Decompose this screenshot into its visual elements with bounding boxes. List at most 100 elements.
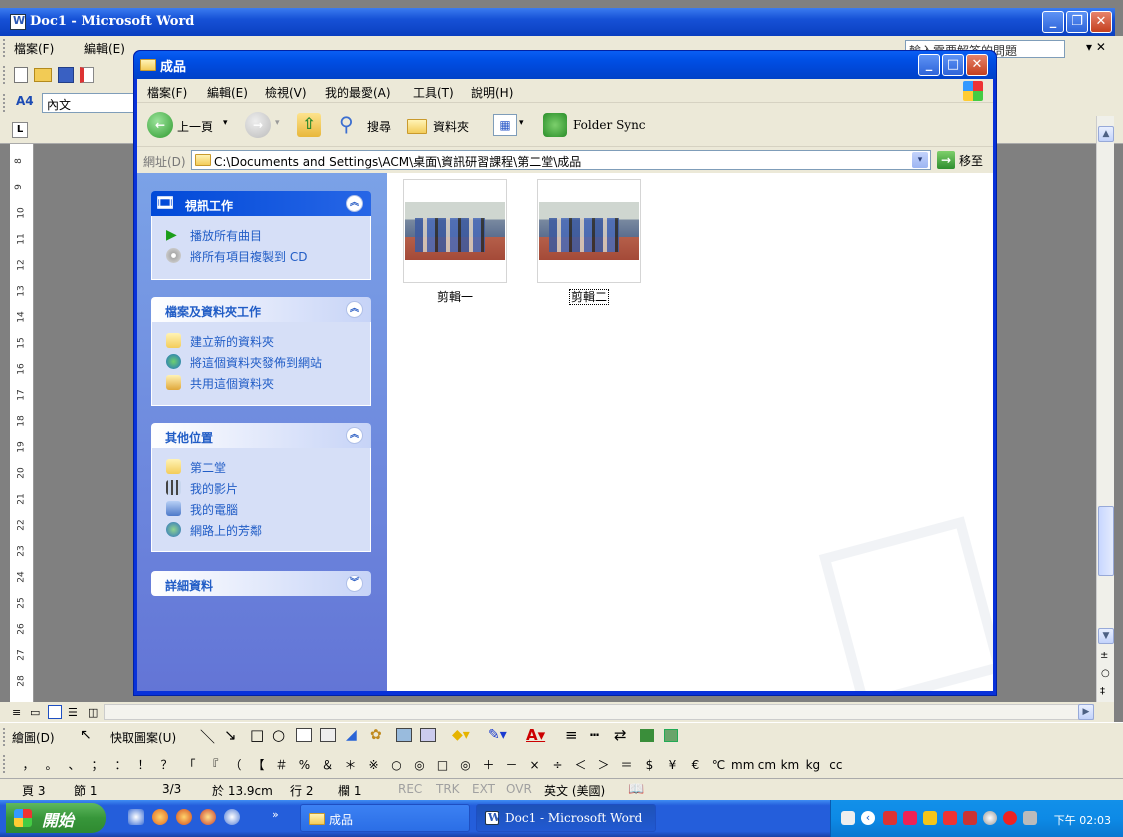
explorer-maximize-button[interactable]: □ [942,54,964,76]
status-rec[interactable]: REC [398,782,422,796]
folder-sync-icon[interactable] [543,113,567,137]
file-thumbnail[interactable] [537,179,641,283]
autoshapes-menu-button[interactable]: 快取圖案(U) [110,729,176,746]
spelling-status-icon[interactable]: 📖 [628,782,644,797]
place-my-computer[interactable]: 我的電腦 [164,498,370,519]
collapse-chevron-icon[interactable]: ︽ [346,195,363,212]
back-button[interactable]: 上一頁 [177,118,213,135]
file-folder-tasks-header[interactable]: 檔案及資料夾工作 ︽ [151,297,371,322]
normal-view-icon[interactable]: ≡ [12,706,21,719]
new-document-icon[interactable] [14,67,28,83]
style-select[interactable]: 內文 [42,93,134,113]
status-trk[interactable]: TRK [436,782,460,796]
symbol-button[interactable]: × [524,758,545,772]
back-dropdown-icon[interactable]: ▾ [223,118,228,128]
arrow-style-icon[interactable]: ⇄ [614,726,627,744]
symbol-button[interactable]: 【 [248,756,269,773]
symbol-button[interactable]: ； [87,756,108,773]
symbol-button[interactable]: ＊ [340,756,361,773]
oval-icon[interactable]: ○ [272,726,285,744]
show-desktop-icon[interactable] [128,809,144,825]
task-copy-to-cd[interactable]: 將所有項目複製到 CD [164,245,370,266]
status-ovr[interactable]: OVR [506,782,532,796]
task-play-all[interactable]: ▶ 播放所有曲目 [164,224,370,245]
clock[interactable]: 下午 02:03 [1054,812,1111,828]
symbol-button[interactable]: ◎ [409,758,430,772]
tray-collapse-icon[interactable]: ‹ [861,811,875,825]
address-input[interactable]: C:\Documents and Settings\ACM\桌面\資訊研習課程\… [191,150,931,170]
wordart-icon[interactable]: ◢ [346,727,357,743]
symbol-button[interactable]: ？ [156,756,177,773]
symbol-button[interactable]: ＜ [570,756,591,773]
taskbar-explorer-button[interactable]: 成品 [300,804,470,832]
taskbar-word-button[interactable]: Doc1 - Microsoft Word [476,804,656,832]
firefox-icon[interactable] [152,809,168,825]
arrow-icon[interactable]: ↘ [224,726,237,744]
tray-icon-3[interactable] [943,811,957,825]
print-view-icon[interactable] [48,705,62,719]
line-color-icon[interactable]: ✎▾ [488,727,507,743]
folder-sync-button[interactable]: Folder Sync [573,118,646,132]
collapse-chevron-icon[interactable]: ︽ [346,427,363,444]
back-arrow-icon[interactable]: ← [147,112,173,138]
details-header[interactable]: 詳細資料 ︾ [151,571,371,596]
permission-icon[interactable] [80,67,94,83]
symbol-button[interactable]: 、 [64,756,85,773]
previous-page-icon[interactable]: ± [1100,650,1108,661]
menu-edit[interactable]: 編輯(E) [207,84,248,101]
symbol-button[interactable]: ＆ [317,756,338,773]
symbol-button[interactable]: cm [756,758,777,772]
symbol-button[interactable]: ＞ [593,756,614,773]
open-folder-icon[interactable] [34,68,52,82]
tray-icon-6[interactable] [1003,811,1017,825]
next-page-icon[interactable]: ‡ [1100,686,1105,697]
file-name[interactable]: 剪輯一 [403,288,507,305]
tray-icon-1[interactable] [883,811,897,825]
symbol-button[interactable]: kg [802,758,823,772]
symbol-button[interactable]: ℃ [708,758,729,772]
save-icon[interactable] [58,67,74,83]
search-icon[interactable]: ⚲ [339,112,354,136]
tray-icon-4[interactable] [963,811,977,825]
word-restore-button[interactable]: ❐ [1066,11,1088,33]
word-menu-file[interactable]: 檔案(F) [14,40,54,57]
symbol-button[interactable]: ÷ [547,758,568,772]
line-style-icon[interactable]: ≡ [565,726,578,744]
dash-style-icon[interactable]: ┅ [590,726,599,744]
outline-view-icon[interactable]: ☰ [68,706,78,719]
word-menu-edit[interactable]: 編輯(E) [84,40,125,57]
word-minimize-button[interactable]: _ [1042,11,1064,33]
fill-color-icon[interactable]: ◆▾ [452,727,470,743]
browse-object-icon[interactable]: ○ [1101,668,1110,679]
task-publish-web[interactable]: 將這個資料夾發佈到網站 [164,351,370,372]
task-share-folder[interactable]: 共用這個資料夾 [164,372,370,393]
diagram-icon[interactable]: ✿ [370,727,382,743]
address-dropdown-icon[interactable]: ▾ [912,152,928,168]
forward-arrow-icon[interactable]: → [245,112,271,138]
tray-icon-5[interactable] [983,811,997,825]
start-button[interactable]: 開始 [6,803,106,833]
expand-chevron-icon[interactable]: ︾ [346,575,363,592]
textbox-icon[interactable] [296,728,312,742]
forward-dropdown-icon[interactable]: ▾ [275,118,280,128]
views-dropdown-icon[interactable]: ▾ [519,118,524,128]
symbol-button[interactable]: ¥ [662,758,683,772]
symbol-button[interactable]: 「 [179,756,200,773]
styles-pane-icon[interactable]: A4 [16,94,34,108]
symbol-button[interactable]: mm [731,758,754,772]
symbol-button[interactable]: ※ [363,758,384,772]
shadow-style-icon[interactable] [640,729,654,742]
symbol-button[interactable]: 『 [202,756,223,773]
messenger-icon[interactable] [200,809,216,825]
symbol-button[interactable]: 。 [41,756,62,773]
rectangle-icon[interactable]: □ [250,726,264,744]
place-network[interactable]: 網路上的芳鄰 [164,519,370,540]
search-button[interactable]: 搜尋 [367,118,391,135]
folders-button[interactable]: 資料夾 [433,118,469,135]
folders-icon[interactable] [407,119,427,134]
symbol-button[interactable]: ＝ [616,756,637,773]
scroll-thumb[interactable] [1098,506,1114,576]
tab-selector-icon[interactable]: L [12,122,28,138]
tray-icon-2[interactable] [903,811,917,825]
picture-icon[interactable] [420,728,436,742]
